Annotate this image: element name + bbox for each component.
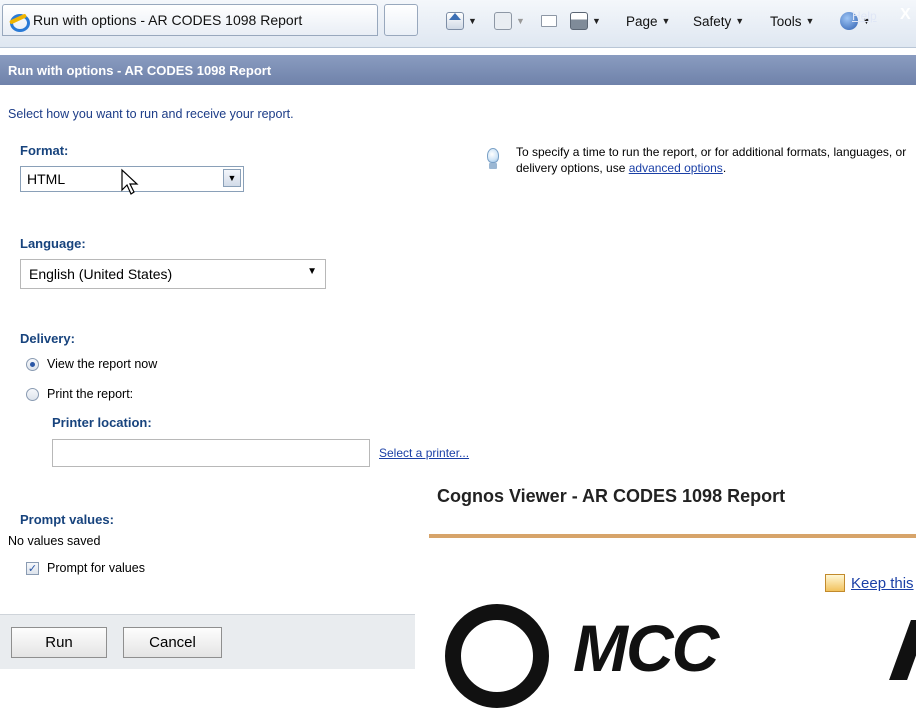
home-button[interactable]: ▼ — [446, 10, 477, 32]
intro-text: Select how you want to run and receive y… — [8, 107, 294, 121]
mouse-cursor-icon — [121, 168, 139, 195]
print-option[interactable]: Print the report: — [26, 387, 133, 401]
page-menu[interactable]: Page ▼ — [626, 10, 670, 32]
chevron-down-icon: ▼ — [805, 16, 815, 26]
prompt-for-values-option[interactable]: ✓ Prompt for values — [26, 561, 145, 575]
keep-this-link[interactable]: Keep this — [851, 575, 914, 592]
rss-icon — [494, 12, 512, 30]
language-select[interactable]: English (United States) ▼ — [20, 259, 326, 289]
dialog-title: Run with options - AR CODES 1098 Report — [8, 62, 272, 78]
cognos-viewer-window: Cognos Viewer - AR CODES 1098 Report Kee… — [415, 470, 916, 708]
printer-location-input[interactable] — [52, 439, 370, 467]
printer-location-label: Printer location: — [52, 415, 152, 430]
chevron-down-icon: ▼ — [307, 266, 317, 277]
chevron-down-icon: ▼ — [661, 16, 671, 26]
logo-fragment-icon — [889, 620, 916, 680]
prompt-values-label: Prompt values: — [20, 512, 114, 527]
view-now-option[interactable]: View the report now — [26, 357, 157, 371]
company-logo: MCC — [573, 611, 719, 685]
prompt-checkbox[interactable]: ✓ — [26, 561, 39, 575]
print-radio[interactable] — [26, 387, 39, 401]
prompt-checkbox-label: Prompt for values — [47, 561, 145, 575]
lightbulb-icon — [482, 144, 504, 174]
view-now-radio[interactable] — [26, 357, 39, 371]
viewer-title: Cognos Viewer - AR CODES 1098 Report — [437, 486, 786, 506]
feeds-button[interactable]: ▼ — [494, 10, 525, 32]
mail-button[interactable] — [541, 10, 557, 32]
format-value: HTML — [27, 171, 66, 187]
browser-tab[interactable]: Run with options - AR CODES 1098 Report — [2, 4, 378, 36]
printer-icon — [570, 12, 588, 30]
no-values-text: No values saved — [8, 534, 101, 548]
safety-menu[interactable]: Safety ▼ — [693, 10, 744, 32]
format-label: Format: — [20, 143, 69, 158]
mail-icon — [541, 15, 557, 27]
chevron-down-icon: ▼ — [735, 16, 745, 26]
select-printer-link[interactable]: Select a printer... — [379, 446, 469, 460]
logo-ring-icon — [445, 604, 549, 708]
safety-menu-label: Safety — [693, 13, 732, 29]
chevron-down-icon: ▼ — [516, 16, 525, 26]
print-label: Print the report: — [47, 387, 134, 401]
view-now-label: View the report now — [47, 357, 158, 371]
new-tab-button[interactable] — [384, 4, 418, 36]
tools-menu[interactable]: Tools ▼ — [770, 10, 814, 32]
run-button[interactable]: Run — [11, 627, 107, 658]
cancel-button[interactable]: Cancel — [123, 627, 222, 658]
chevron-down-icon: ▼ — [592, 16, 601, 26]
browser-tab-title: Run with options - AR CODES 1098 Report — [33, 12, 303, 28]
keep-this-version[interactable]: Keep this — [825, 574, 914, 592]
chevron-down-icon: ▼ — [468, 16, 477, 26]
hint-suffix: . — [722, 161, 727, 175]
ie-icon — [9, 11, 30, 32]
page-menu-label: Page — [626, 13, 658, 29]
tools-menu-label: Tools — [770, 13, 802, 29]
save-report-icon — [825, 574, 845, 592]
viewer-divider — [429, 534, 916, 538]
browser-toolbar: Run with options - AR CODES 1098 Report … — [0, 0, 916, 48]
close-icon[interactable]: X — [900, 6, 911, 24]
advanced-options-link[interactable]: advanced options — [629, 161, 723, 175]
print-button[interactable]: ▼ — [570, 10, 601, 32]
delivery-label: Delivery: — [20, 331, 75, 346]
language-value: English (United States) — [29, 266, 173, 282]
chevron-down-icon[interactable]: ▼ — [223, 169, 241, 187]
help-link[interactable]: Help — [852, 9, 877, 23]
language-label: Language: — [20, 236, 86, 251]
advanced-options-hint: To specify a time to run the report, or … — [482, 144, 912, 176]
home-icon — [446, 12, 464, 30]
dialog-header: Run with options - AR CODES 1098 Report — [0, 55, 916, 85]
